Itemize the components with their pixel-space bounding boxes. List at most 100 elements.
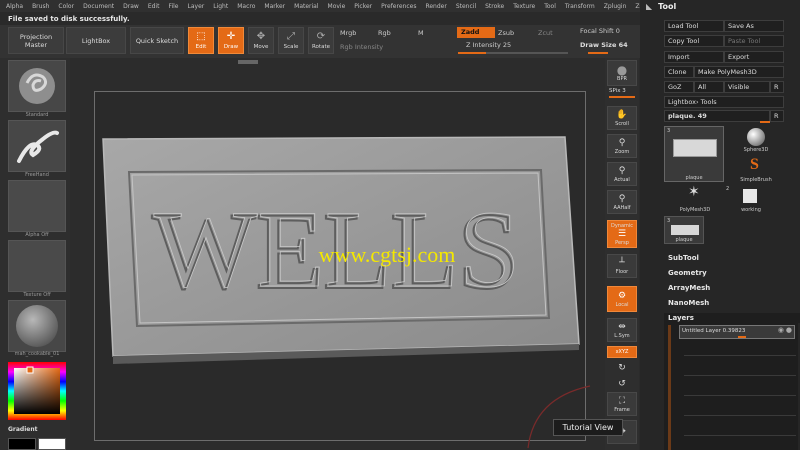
m-button[interactable]: M — [418, 29, 424, 37]
menu-item-edit[interactable]: Edit — [148, 3, 160, 10]
layers-header[interactable]: Layers — [664, 313, 800, 323]
local-button[interactable]: ⚙ Local — [607, 286, 637, 312]
visible-button[interactable]: Visible — [724, 81, 770, 93]
draw-size-slider[interactable]: Draw Size 64 — [580, 41, 628, 49]
rotate-y-button[interactable]: ↻ — [607, 360, 637, 376]
tool-item-polymesh3d[interactable]: ✶ PolyMesh3D — [670, 184, 720, 216]
menu-item-stroke[interactable]: Stroke — [485, 3, 504, 10]
main-color-swatch[interactable] — [8, 438, 36, 450]
quick-sketch-button[interactable]: Quick Sketch — [130, 27, 184, 54]
subtool-section[interactable]: SubTool — [668, 254, 699, 262]
document-frame[interactable]: WELLS WELLS www.cgtsj.com — [94, 91, 586, 441]
alpha-thumbnail[interactable] — [8, 180, 66, 232]
tool-item-working[interactable]: 2 working — [726, 186, 776, 216]
rotate-button[interactable]: ⟳ Rotate — [308, 27, 334, 54]
tool-panel-header[interactable]: ◣ Tool — [640, 0, 800, 13]
lightbox-button[interactable]: LightBox — [66, 27, 126, 54]
layer-eye-icon[interactable]: ◉ — [778, 326, 784, 334]
actual-button[interactable]: ⚲ Actual — [607, 162, 637, 186]
menu-item-alpha[interactable]: Alpha — [6, 3, 23, 10]
frame-button[interactable]: ⛶ Frame — [607, 392, 637, 416]
tool-item-plaque[interactable]: 3 plaque — [664, 126, 724, 182]
make-polymesh-button[interactable]: Make PolyMesh3D — [694, 66, 784, 78]
floor-button[interactable]: ┴ Floor — [607, 254, 637, 278]
plaque-model[interactable]: WELLS WELLS www.cgtsj.com — [95, 92, 587, 442]
clone-button[interactable]: Clone — [664, 66, 694, 78]
import-button[interactable]: Import — [664, 51, 724, 63]
mrgb-button[interactable]: Mrgb — [340, 29, 356, 37]
z-intensity-slider[interactable]: Z Intensity 25 — [466, 41, 511, 49]
copy-tool-button[interactable]: Copy Tool — [664, 35, 724, 47]
menu-item-render[interactable]: Render — [425, 3, 446, 10]
load-tool-button[interactable]: Load Tool — [664, 20, 724, 32]
tool-item-plaque-2[interactable]: 3 plaque — [664, 216, 704, 244]
geometry-section[interactable]: Geometry — [668, 269, 707, 277]
menu-item-tool[interactable]: Tool — [544, 3, 556, 10]
material-thumbnail[interactable] — [8, 300, 66, 352]
edit-button[interactable]: ⬚ Edit — [188, 27, 214, 54]
menu-item-texture[interactable]: Texture — [513, 3, 535, 10]
scroll-button[interactable]: ✋ Scroll — [607, 106, 637, 130]
menu-item-layer[interactable]: Layer — [188, 3, 205, 10]
canvas-viewport[interactable]: WELLS WELLS www.cgtsj.com — [70, 58, 605, 450]
persp-button[interactable]: Dynamic ☰ Persp — [607, 220, 637, 248]
stroke-thumbnail[interactable] — [8, 120, 66, 172]
menu-item-color[interactable]: Color — [58, 3, 74, 10]
focal-shift-slider[interactable]: Focal Shift 0 — [580, 27, 620, 35]
rgb-button[interactable]: Rgb — [378, 29, 391, 37]
layer-record-icon[interactable]: ● — [786, 326, 792, 334]
scale-button[interactable]: ⤢ Scale — [278, 27, 304, 54]
move-button[interactable]: ✥ Move — [248, 27, 274, 54]
paste-tool-button[interactable]: Paste Tool — [724, 35, 784, 47]
brush-thumbnail[interactable] — [8, 60, 66, 112]
layers-scrollbar[interactable] — [668, 325, 671, 450]
tool-item-simplebrush[interactable]: S SimpleBrush — [734, 156, 778, 186]
layer-item[interactable]: Untitled Layer 0.39823 ◉ ● — [679, 325, 795, 339]
zadd-button[interactable]: Zadd — [457, 27, 495, 38]
rgb-intensity-slider[interactable]: Rgb Intensity — [340, 43, 383, 51]
menu-item-file[interactable]: File — [168, 3, 178, 10]
secondary-color-swatch[interactable] — [38, 438, 66, 450]
current-tool-r-button[interactable]: R — [770, 110, 784, 122]
all-button[interactable]: All — [694, 81, 724, 93]
zcut-button[interactable]: Zcut — [538, 29, 553, 37]
spix-slider[interactable]: SPix 3 — [609, 88, 626, 94]
rotate-z-icon: ↺ — [618, 379, 626, 389]
menu-item-material[interactable]: Material — [294, 3, 318, 10]
bpr-button[interactable]: ● BPR — [607, 60, 637, 86]
lsym-button[interactable]: ⇹ L.Sym — [607, 318, 637, 342]
zsub-button[interactable]: Zsub — [498, 29, 514, 37]
current-tool-slider[interactable]: plaque. 49 — [664, 110, 770, 122]
menu-item-macro[interactable]: Macro — [237, 3, 255, 10]
menu-item-movie[interactable]: Movie — [328, 3, 346, 10]
rotate-z-button[interactable]: ↺ — [607, 376, 637, 392]
lightbox-tools-button[interactable]: Lightbox› Tools — [664, 96, 784, 108]
aahalf-button[interactable]: ⚲ AAHalf — [607, 190, 637, 214]
menu-item-draw[interactable]: Draw — [123, 3, 139, 10]
arraymesh-section[interactable]: ArrayMesh — [668, 284, 710, 292]
goz-button[interactable]: GoZ — [664, 81, 694, 93]
nanomesh-section[interactable]: NanoMesh — [668, 299, 709, 307]
texture-thumbnail[interactable] — [8, 240, 66, 292]
menu-item-document[interactable]: Document — [83, 3, 114, 10]
menu-item-light[interactable]: Light — [213, 3, 228, 10]
menu-item-transform[interactable]: Transform — [565, 3, 595, 10]
xyz-button[interactable]: xXYZ — [607, 346, 637, 358]
color-picker[interactable] — [8, 362, 66, 420]
draw-button[interactable]: ✛ Draw — [218, 27, 244, 54]
menu-item-brush[interactable]: Brush — [32, 3, 49, 10]
export-button[interactable]: Export — [724, 51, 784, 63]
menu-item-marker[interactable]: Marker — [264, 3, 285, 10]
menu-item-zplugin[interactable]: Zplugin — [604, 3, 627, 10]
tool-item-sphere3d[interactable]: Sphere3D — [734, 126, 778, 156]
save-as-button[interactable]: Save As — [724, 20, 784, 32]
rotate-icon: ⟳ — [316, 30, 326, 42]
projection-master-button[interactable]: Projection Master — [8, 27, 64, 54]
menu-item-stencil[interactable]: Stencil — [456, 3, 476, 10]
menu-item-preferences[interactable]: Preferences — [381, 3, 416, 10]
r-button[interactable]: R — [770, 81, 784, 93]
menu-item-picker[interactable]: Picker — [354, 3, 372, 10]
canvas-scroll-handle[interactable] — [238, 60, 258, 64]
scale-label: Scale — [283, 43, 299, 50]
zoom-button[interactable]: ⚲ Zoom — [607, 134, 637, 158]
